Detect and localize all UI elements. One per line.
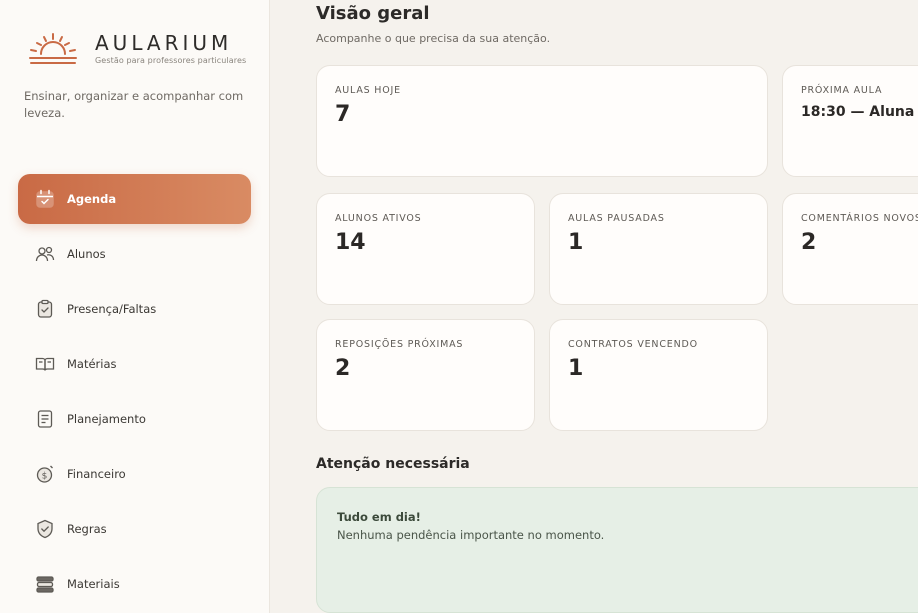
sunrise-logo-icon [29, 33, 77, 64]
money-icon: $ [34, 463, 56, 485]
card-label: COMENTÁRIOS NOVOS [801, 213, 918, 224]
card-value: 1 [568, 230, 584, 255]
sidebar-item-materias[interactable]: Matérias [18, 339, 251, 389]
card-label: CONTRATOS VENCENDO [568, 339, 698, 350]
card-aulas-hoje[interactable]: AULAS HOJE 7 [316, 65, 768, 177]
sidebar-item-regras[interactable]: Regras [18, 504, 251, 554]
card-label: REPOSIÇÕES PRÓXIMAS [335, 339, 464, 350]
book-open-icon [34, 353, 56, 375]
card-value: 2 [335, 356, 351, 381]
brand-tagline: Ensinar, organizar e acompanhar com leve… [24, 89, 244, 120]
sidebar-item-label: Presença/Faltas [67, 302, 157, 316]
card-alunos-ativos[interactable]: ALUNOS ATIVOS 14 [316, 193, 535, 305]
sidebar-item-label: Regras [67, 522, 107, 536]
sidebar-item-label: Financeiro [67, 467, 126, 481]
shield-check-icon [34, 518, 56, 540]
card-value: 2 [801, 230, 817, 255]
card-label: PRÓXIMA AULA [801, 85, 883, 96]
sidebar-item-financeiro[interactable]: $ Financeiro [18, 449, 251, 499]
attention-alert: Tudo em dia! Nenhuma pendência important… [316, 487, 918, 613]
sidebar-item-materiais[interactable]: Materiais [18, 559, 251, 609]
svg-text:$: $ [42, 472, 48, 482]
main-content: Visão geral Acompanhe o que precisa da s… [270, 0, 918, 613]
stack-icon [34, 573, 56, 595]
sidebar-item-presenca-faltas[interactable]: Presença/Faltas [18, 284, 251, 334]
card-value: 1 [568, 356, 584, 381]
sidebar-item-alunos[interactable]: Alunos [18, 229, 251, 279]
card-proxima-aula[interactable]: PRÓXIMA AULA 18:30 — Aluna de [782, 65, 918, 177]
users-icon [34, 243, 56, 265]
alert-text: Nenhuma pendência importante no momento. [337, 528, 605, 542]
card-label: ALUNOS ATIVOS [335, 213, 422, 224]
sidebar-item-agenda[interactable]: Agenda [18, 174, 251, 224]
card-comentarios-novos[interactable]: COMENTÁRIOS NOVOS 2 [782, 193, 918, 305]
card-value: 14 [335, 230, 366, 255]
alert-title: Tudo em dia! [337, 510, 421, 524]
sidebar: AULARIUM Gestão para professores particu… [0, 0, 270, 613]
card-label: AULAS HOJE [335, 85, 401, 96]
sidebar-item-label: Planejamento [67, 412, 146, 426]
clipboard-check-icon [34, 298, 56, 320]
document-icon [34, 408, 56, 430]
sidebar-item-label: Alunos [67, 247, 106, 261]
attention-section-title: Atenção necessária [316, 456, 470, 472]
sidebar-item-label: Agenda [67, 192, 117, 206]
sidebar-item-label: Materiais [67, 577, 120, 591]
card-value: 7 [335, 102, 351, 127]
card-label: AULAS PAUSADAS [568, 213, 665, 224]
brand-subtitle: Gestão para professores particulares [95, 55, 247, 65]
sidebar-nav: Agenda Alunos Presença/Faltas Matérias P… [18, 174, 251, 613]
sidebar-item-label: Matérias [67, 357, 117, 371]
page-subtitle: Acompanhe o que precisa da sua atenção. [316, 32, 551, 45]
page-title: Visão geral [316, 3, 430, 24]
card-aulas-pausadas[interactable]: AULAS PAUSADAS 1 [549, 193, 768, 305]
card-contratos-vencendo[interactable]: CONTRATOS VENCENDO 1 [549, 319, 768, 431]
brand-name: AULARIUM [95, 30, 233, 55]
sidebar-item-planejamento[interactable]: Planejamento [18, 394, 251, 444]
calendar-icon [34, 188, 56, 210]
card-value: 18:30 — Aluna de [801, 104, 918, 120]
brand: AULARIUM Gestão para professores particu… [28, 30, 246, 66]
card-reposicoes-proximas[interactable]: REPOSIÇÕES PRÓXIMAS 2 [316, 319, 535, 431]
